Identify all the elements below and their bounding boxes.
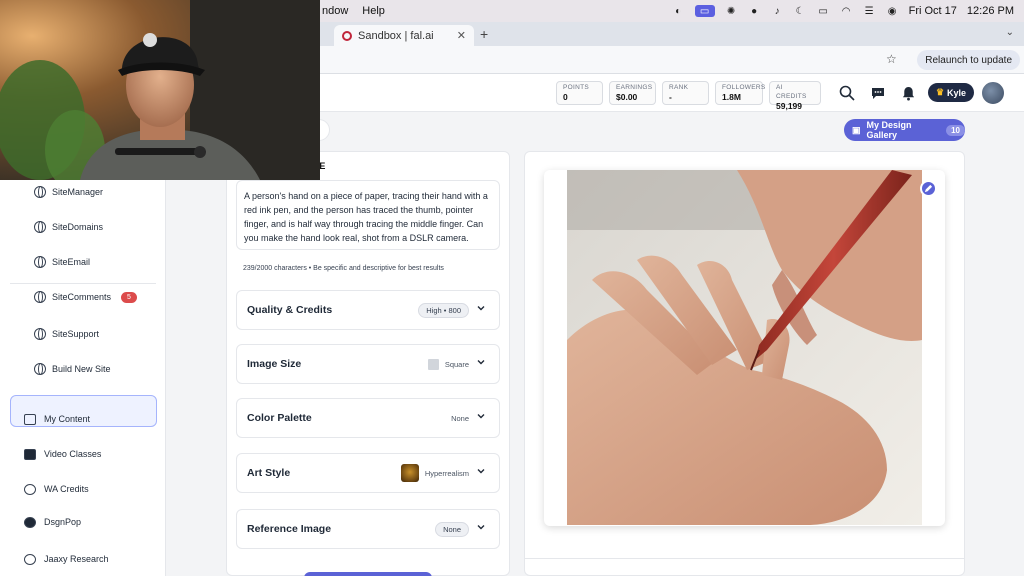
chevron-down-icon — [477, 360, 485, 365]
screen-share-icon[interactable]: ▭ — [694, 5, 715, 17]
search-icon[interactable] — [837, 83, 857, 103]
sidebar-item-jaaxy-research[interactable]: Jaaxy Research — [24, 549, 109, 569]
color-palette-option[interactable]: Color Palette None — [236, 398, 500, 438]
chevron-down-icon — [477, 414, 485, 419]
sidebar-item-sitesupport[interactable]: SiteSupport — [34, 324, 99, 344]
palette-icon — [24, 516, 36, 528]
comments-badge: 5 — [121, 291, 137, 303]
video-icon — [24, 448, 36, 460]
globe-icon — [34, 186, 46, 198]
generate-button[interactable] — [304, 572, 432, 576]
github-icon[interactable]: ● — [748, 5, 761, 17]
wifi-icon[interactable]: ◠ — [840, 5, 853, 17]
menu-window[interactable]: ndow — [322, 5, 348, 17]
avatar[interactable] — [980, 80, 1006, 106]
gallery-count-badge: 10 — [946, 124, 965, 136]
status-area: ◐ ▭ ✺ ● ♪ ☾ ▭ ◠ ☰ ◉ Fri Oct 17 12:26 PM — [672, 5, 1014, 17]
character-count: 239/2000 characters • Be specific and de… — [243, 265, 444, 272]
music-icon[interactable]: ♪ — [771, 5, 784, 17]
prompt-textarea[interactable]: A person's hand on a piece of paper, tra… — [236, 180, 500, 250]
dropbox-icon[interactable]: ◐ — [672, 5, 685, 17]
sidebar-item-video-classes[interactable]: Video Classes — [24, 444, 101, 464]
sidebar-item-my-content[interactable]: My Content — [24, 409, 90, 429]
image-size-option[interactable]: Image Size Square — [236, 344, 500, 384]
fal-favicon-icon — [342, 30, 352, 41]
stat-earnings[interactable]: EARNINGS $0.00 — [609, 81, 656, 105]
menubar-date[interactable]: Fri Oct 17 — [909, 5, 957, 17]
tab-sandbox[interactable]: Sandbox | fal.ai ✕ — [334, 25, 474, 46]
chevron-down-icon — [477, 525, 485, 530]
quality-badge: High • 800 — [418, 302, 469, 318]
globe-icon — [34, 291, 46, 303]
art-style-option[interactable]: Art Style Hyperrealism — [236, 453, 500, 493]
sidebar-item-siteemail[interactable]: SiteEmail — [34, 252, 90, 272]
sidebar-item-sitedomains[interactable]: SiteDomains — [34, 217, 103, 237]
chat-icon[interactable] — [868, 83, 888, 103]
stat-points[interactable]: POINTS 0 — [556, 81, 603, 105]
globe-icon — [34, 221, 46, 233]
bookmark-star-icon[interactable]: ☆ — [886, 52, 897, 66]
generated-image[interactable] — [567, 170, 922, 525]
content-icon — [24, 413, 36, 425]
webcam-overlay — [0, 0, 320, 180]
app-menu: ndow Help — [322, 5, 385, 17]
credits-icon — [24, 483, 36, 495]
sidebar-divider — [10, 283, 156, 284]
square-icon — [427, 358, 439, 370]
gallery-icon: ▣ — [852, 124, 861, 135]
vpn-icon[interactable]: ✺ — [725, 5, 738, 17]
sidebar-item-dsgnpop[interactable]: DsgnPop — [24, 512, 81, 532]
globe-icon — [34, 363, 46, 375]
user-menu-button[interactable]: ♛ Kyle — [928, 83, 974, 102]
control-center-icon[interactable]: ☰ — [863, 5, 876, 17]
research-icon — [24, 553, 36, 565]
stat-followers[interactable]: FOLLOWERS 1.8M — [715, 81, 765, 105]
siri-icon[interactable]: ◉ — [886, 5, 899, 17]
moon-icon[interactable]: ☾ — [794, 5, 807, 17]
relaunch-button[interactable]: Relaunch to update — [917, 50, 1020, 70]
edit-pencil-icon[interactable] — [920, 180, 937, 197]
tab-label: Sandbox | fal.ai — [358, 29, 434, 42]
chevron-down-icon — [477, 306, 485, 311]
tab-search-icon[interactable]: ⌄ — [1006, 27, 1014, 38]
menubar-time[interactable]: 12:26 PM — [967, 5, 1014, 17]
battery-icon[interactable]: ▭ — [817, 5, 830, 17]
sidebar-item-sitemanager[interactable]: SiteManager — [34, 182, 103, 202]
stat-credits[interactable]: AI CREDITS 59,199 — [769, 81, 821, 111]
globe-icon — [34, 328, 46, 340]
quality-credits-option[interactable]: Quality & Credits High • 800 — [236, 290, 500, 330]
my-design-gallery-button[interactable]: ▣ My Design Gallery 10 — [844, 119, 965, 141]
sidebar-item-build-new-site[interactable]: Build New Site — [34, 359, 111, 379]
sidebar-item-sitecomments[interactable]: SiteComments 5 — [34, 287, 137, 307]
crown-icon: ♛ — [935, 87, 945, 97]
menu-help[interactable]: Help — [362, 5, 385, 17]
tab-close-icon[interactable]: ✕ — [457, 29, 466, 42]
stat-rank[interactable]: RANK - — [662, 81, 709, 105]
art-style-thumbnail — [400, 464, 419, 482]
bell-icon[interactable] — [898, 83, 918, 103]
new-tab-icon[interactable]: + — [480, 26, 488, 42]
sidebar-item-wa-credits[interactable]: WA Credits — [24, 479, 89, 499]
globe-icon — [34, 256, 46, 268]
reference-image-option[interactable]: Reference Image None — [236, 509, 500, 549]
chevron-down-icon — [477, 469, 485, 474]
preview-divider — [524, 558, 965, 559]
